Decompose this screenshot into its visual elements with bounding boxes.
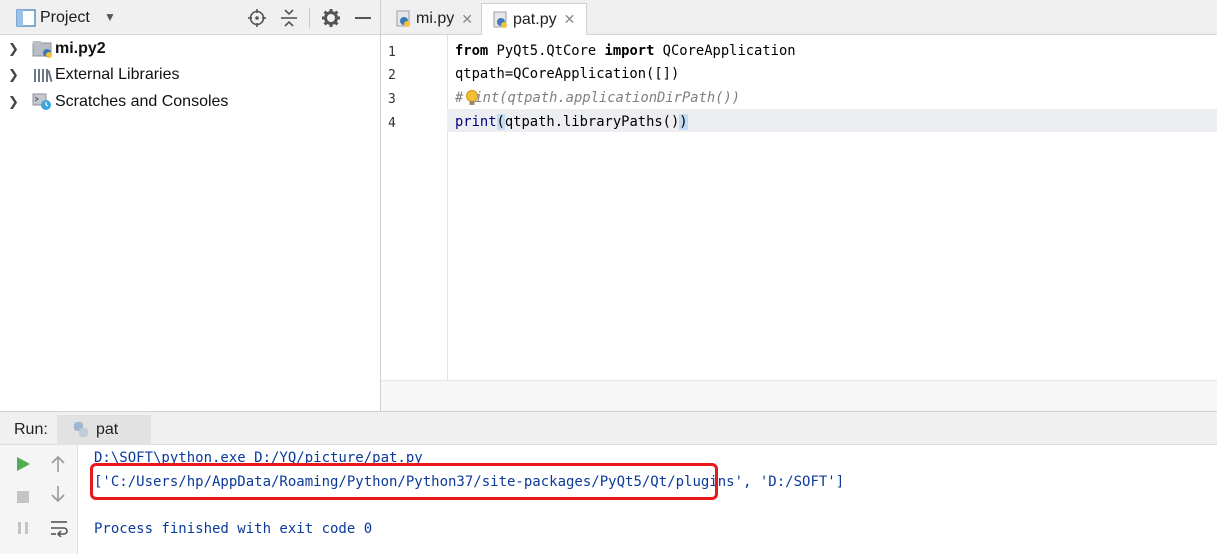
python-icon — [74, 422, 88, 437]
tree-item-label: Scratches and Consoles — [55, 93, 229, 110]
code-text: qtpath.libraryPaths() — [504, 114, 680, 130]
code-line-4[interactable]: print(qtpath.libraryPaths()) — [455, 114, 688, 130]
run-label: Run: — [14, 421, 48, 438]
chevron-right-icon[interactable]: ❯ — [8, 67, 22, 83]
console-output-rest: , 'D:/SOFT'] — [743, 474, 845, 490]
keyword: import — [604, 43, 655, 59]
scratches-icon — [32, 93, 54, 111]
run-panel-header: Run: pat — [0, 411, 1217, 445]
toolbar-divider — [309, 8, 310, 28]
editor-bottom-area — [381, 380, 1217, 412]
soft-wrap-icon[interactable] — [50, 519, 68, 537]
builtin-function: print — [455, 114, 497, 130]
tree-item-label: External Libraries — [55, 66, 180, 83]
project-panel: Project ▼ ❯ mi.py2 ❯ External Libraries … — [0, 0, 381, 411]
comment: # — [455, 90, 464, 106]
tab-label: mi.py — [416, 10, 455, 27]
editor-area: mi.py ✕ pat.py ✕ 1 2 3 4 from PyQt5.QtCo… — [381, 0, 1217, 412]
chevron-down-icon[interactable]: ▼ — [104, 10, 116, 24]
line-number: 1 — [388, 45, 396, 60]
code-text: qtpath=QCoreApplication([]) — [455, 66, 680, 82]
project-panel-header: Project ▼ — [0, 0, 380, 35]
run-tab-label: pat — [96, 421, 119, 438]
tab-label: pat.py — [513, 10, 557, 28]
keyword: from — [455, 43, 489, 59]
minimize-icon[interactable] — [355, 17, 371, 19]
pause-icon[interactable] — [15, 520, 31, 536]
chevron-right-icon[interactable]: ❯ — [8, 41, 22, 57]
close-icon[interactable]: ✕ — [461, 11, 473, 28]
project-title[interactable]: Project — [40, 9, 90, 27]
run-tab-pat[interactable]: pat — [57, 415, 151, 445]
project-view-icon — [16, 9, 36, 27]
console-exit-line: Process finished with exit code 0 — [94, 521, 373, 537]
tab-mi-py[interactable]: mi.py ✕ — [385, 3, 480, 35]
arrow-down-icon[interactable] — [50, 485, 66, 503]
code-text: QCoreApplication — [654, 43, 796, 59]
line-number: 2 — [388, 68, 396, 83]
folder-icon — [32, 40, 54, 58]
tab-pat-py[interactable]: pat.py ✕ — [481, 3, 587, 35]
run-toolbar — [0, 445, 78, 554]
code-text: PyQt5.QtCore — [488, 43, 605, 59]
line-number: 3 — [388, 92, 396, 107]
code-line-2[interactable]: qtpath=QCoreApplication([]) — [455, 66, 679, 82]
python-file-icon — [396, 10, 410, 27]
bracket-match: ) — [679, 114, 688, 130]
gear-icon[interactable] — [321, 8, 341, 28]
rerun-play-icon[interactable] — [15, 456, 31, 472]
chevron-right-icon[interactable]: ❯ — [8, 94, 22, 110]
line-number-gutter — [381, 35, 448, 380]
stop-icon[interactable] — [15, 489, 31, 505]
tree-item-external-libraries[interactable]: ❯ External Libraries — [0, 62, 380, 88]
tree-item-scratches[interactable]: ❯ Scratches and Consoles — [0, 89, 380, 115]
collapse-all-icon[interactable] — [280, 8, 298, 28]
comment: int(qtpath.applicationDirPath()) — [474, 90, 741, 106]
code-line-3[interactable]: # int(qtpath.applicationDirPath()) — [455, 90, 740, 106]
python-file-icon — [493, 11, 507, 28]
arrow-up-icon[interactable] — [50, 455, 66, 473]
bracket-match: ( — [496, 114, 505, 130]
libraries-icon — [32, 66, 54, 84]
editor-tab-bar: mi.py ✕ pat.py ✕ — [381, 0, 1217, 35]
code-line-1[interactable]: from PyQt5.QtCore import QCoreApplicatio… — [455, 43, 796, 59]
tree-item-label: mi.py2 — [55, 40, 106, 57]
locate-target-icon[interactable] — [248, 9, 266, 27]
annotation-highlight-box — [90, 463, 718, 500]
close-icon[interactable]: ✕ — [564, 11, 576, 28]
tree-item-project-root[interactable]: ❯ mi.py2 — [0, 36, 380, 62]
lightbulb-icon[interactable] — [465, 89, 479, 107]
line-number: 4 — [388, 116, 396, 131]
